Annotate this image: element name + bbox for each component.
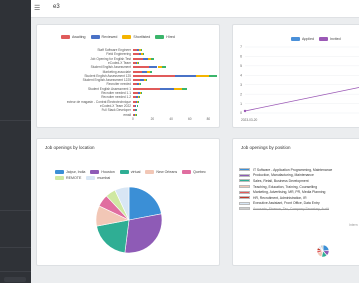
status-chart: Staff Software Engineer Field Engineering… (37, 45, 221, 121)
x-tick: 60 (188, 117, 192, 121)
bar-segment[interactable] (138, 96, 140, 99)
y-tick: 6 (240, 55, 242, 59)
x-tick: 80 (206, 117, 211, 121)
bar-segment[interactable] (162, 66, 166, 69)
legend-label: Shortlisted (133, 35, 151, 39)
location-card: Job openings by location Jaipur, India Ho… (36, 138, 220, 266)
legend-item[interactable]: Reviewed (90, 35, 118, 39)
position-card: Job openings by position IT Software - A… (232, 138, 359, 266)
sidebar (0, 0, 31, 283)
bar-segment[interactable] (133, 57, 144, 60)
sidebar-divider (0, 120, 31, 121)
bar-segment[interactable] (143, 53, 145, 56)
bar-segment[interactable] (133, 70, 143, 73)
bar-segment[interactable] (140, 49, 142, 51)
legend-label: Awaiting (72, 35, 86, 39)
status-legend: Awaiting Reviewed Shortlisted Hired (61, 35, 221, 39)
bar-segment[interactable] (139, 83, 141, 86)
x-tick: 0 (132, 117, 134, 121)
trend-chart: 7 6 5 4 3 2 1 0 (240, 45, 359, 115)
bar-segment[interactable] (208, 74, 217, 77)
bar-segment[interactable] (141, 92, 143, 94)
pie-slice[interactable] (124, 213, 163, 254)
x-start-label: 2023-03-20 (241, 118, 258, 122)
y-tick: 4 (240, 73, 242, 77)
legend-item[interactable]: Shortlisted (122, 35, 150, 39)
trend-chart-card: Applied Invited 76543210 2023-03-20 (232, 24, 359, 128)
x-tick: 40 (169, 117, 173, 121)
y-tick: 2 (240, 92, 242, 96)
page-title: e3 (53, 4, 60, 10)
sidebar-divider (0, 210, 31, 211)
legend-label: Reviewed (101, 35, 118, 39)
y-tick: 1 (240, 102, 242, 106)
legend-label: Hired (166, 35, 175, 39)
bar-segment[interactable] (173, 87, 182, 90)
y-tick: 3 (240, 83, 242, 87)
y-tick: 5 (240, 64, 242, 68)
location-pie (95, 186, 163, 254)
position-pie (316, 244, 330, 258)
legend-item[interactable]: Hired (155, 35, 175, 39)
sidebar-divider (0, 271, 31, 272)
sidebar-divider (0, 247, 31, 248)
bar-segment[interactable] (151, 57, 154, 60)
legend-item[interactable]: Awaiting (61, 35, 86, 39)
x-tick: 20 (150, 117, 155, 121)
bar-segment[interactable] (149, 70, 152, 73)
bar-segment[interactable] (181, 87, 188, 90)
y-tick: 0 (240, 111, 242, 115)
legend-swatch (155, 35, 165, 39)
legend-swatch (122, 35, 132, 39)
y-tick: 7 (240, 45, 242, 49)
sidebar-item[interactable] (4, 277, 26, 282)
bar-segment[interactable] (133, 87, 161, 90)
legend-swatch (61, 35, 70, 39)
bar-segment[interactable] (149, 66, 158, 69)
bar-segment[interactable] (175, 74, 196, 77)
bar-segment[interactable] (133, 74, 175, 77)
legend-swatch (90, 35, 100, 39)
menu-icon[interactable]: ☰ (34, 5, 40, 12)
bar-segment[interactable] (145, 79, 147, 82)
data-point[interactable] (243, 109, 247, 113)
topbar: ☰ e3 (31, 0, 359, 18)
bar-segment[interactable] (133, 66, 150, 69)
bar-segment[interactable] (196, 74, 209, 77)
invited-line (244, 87, 359, 112)
bar-segment[interactable] (160, 87, 174, 90)
status-chart-card: Awaiting Reviewed Shortlisted Hired Staff S… (36, 24, 220, 128)
bar-segment[interactable] (138, 100, 139, 103)
bar-segment[interactable] (138, 61, 139, 64)
row-label: email (123, 112, 131, 117)
bar-segment[interactable] (133, 79, 140, 82)
